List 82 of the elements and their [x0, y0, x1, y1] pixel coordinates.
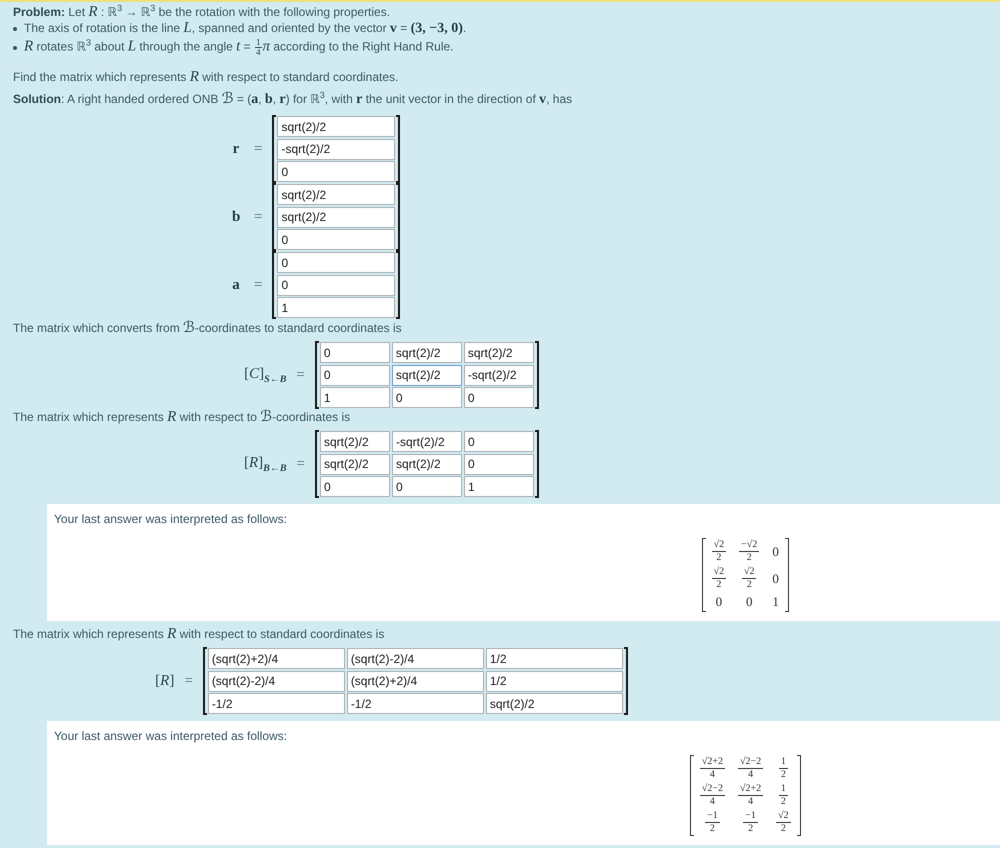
matrix-entry: 0 [772, 570, 779, 586]
answer-field[interactable]: -sqrt(2)/2 [464, 364, 534, 386]
answer-field[interactable]: 0 [392, 387, 462, 408]
answer-field[interactable]: 0 [392, 476, 462, 497]
matrix-entry: √2−2 4 [738, 757, 764, 780]
answer-field[interactable]: (sqrt(2)+2)/4 [346, 670, 484, 692]
answer-field[interactable]: -1/2 [208, 693, 345, 714]
matrix-entry: √2+2 4 [738, 784, 764, 807]
problem-statement: Let R : ℝ$^{3}$ → ℝ$^{3}$ be the rotation with the following properties. [68, 5, 390, 19]
equals-sign: = [296, 456, 305, 472]
property-text: The axis of rotation is the line L, spanned and oriented by the vector v = (3, −3, 0). [24, 20, 466, 37]
problem-label: Problem: [13, 5, 66, 19]
matrix-entry: √2 2 [742, 567, 756, 590]
answer-field[interactable]: sqrt(2)/2 [392, 454, 462, 474]
matrix-entry: √2 2 [776, 811, 791, 834]
answer-field[interactable]: (sqrt(2)-2)/4 [208, 670, 345, 692]
solution-label: Solution [13, 92, 61, 106]
answer-field[interactable]: sqrt(2)/2 [277, 116, 396, 137]
answer-field[interactable]: sqrt(2)/2 [277, 206, 396, 228]
answer-field[interactable]: 0 [320, 476, 390, 497]
answer-field[interactable]: 1 [320, 387, 390, 408]
answer-field[interactable]: 0 [320, 342, 390, 363]
preview-caption: Your last answer was interpreted as follows: [54, 512, 288, 526]
matrix-entry: −1 2 [743, 811, 758, 834]
answer-field[interactable]: -sqrt(2)/2 [277, 138, 396, 160]
step-text: The matrix which represents R with respect to standard coordinates is [13, 627, 386, 641]
answer-field[interactable]: 0 [320, 364, 390, 386]
answer-field[interactable]: -1/2 [346, 693, 484, 714]
matrix-entry: 0 [772, 544, 779, 560]
answer-field[interactable]: 0 [464, 387, 534, 408]
matrix-entry: 0 [746, 594, 752, 610]
answer-field[interactable]: 0 [277, 252, 396, 273]
vector-label: b [232, 208, 240, 226]
solution-text: : A right handed ordered ONB ℬ = (a, b, r) for ℝ$^{3}$, with r the unit vector in the direction of v, has [61, 92, 572, 106]
bullet-icon [13, 26, 17, 30]
matrix-entry: 0 [716, 594, 722, 610]
bullet-icon [13, 46, 17, 50]
answer-field[interactable]: sqrt(2)/2 [464, 342, 534, 363]
matrix-entry: −1 2 [705, 811, 720, 834]
answer-field[interactable]: 0 [464, 431, 534, 452]
task-text: Find the matrix which represents R with respect to standard coordinates. [13, 70, 400, 84]
vector-label: a [232, 276, 240, 294]
answer-field[interactable]: -sqrt(2)/2 [392, 431, 462, 452]
answer-field[interactable]: 1/2 [486, 670, 623, 692]
equals-sign: = [296, 366, 305, 384]
matrix-label: [C]$_{S←B}$ [244, 366, 286, 384]
equals-sign: = [254, 208, 262, 226]
right-bracket [624, 647, 628, 715]
matrix-entry: √2+2 4 [700, 757, 725, 780]
equals-sign: = [184, 672, 193, 690]
answer-field[interactable]: 0 [464, 454, 534, 474]
matrix-entry: √2 2 [712, 567, 726, 590]
answer-field[interactable]: sqrt(2)/2 [320, 454, 390, 474]
answer-field[interactable]: 0 [277, 274, 396, 296]
vector-label: r [232, 140, 240, 158]
matrix-entry: 1 2 [778, 784, 788, 807]
answer-field[interactable]: 0 [277, 161, 396, 182]
equals-sign: = [254, 140, 262, 158]
answer-field[interactable]: sqrt(2)/2 [277, 184, 396, 205]
right-bracket [534, 341, 539, 409]
answer-field[interactable]: (sqrt(2)+2)/4 [208, 648, 345, 669]
matrix-entry: −√2 2 [739, 540, 760, 563]
step-text: The matrix which represents R with respect to ℬ-coordinates is [13, 410, 352, 424]
answer-field[interactable]: 0 [277, 229, 396, 250]
equals-sign: = [254, 276, 262, 294]
answer-field[interactable]: 1 [277, 297, 396, 318]
matrix-entry: √2 2 [712, 540, 726, 563]
matrix-entry: √2−2 4 [700, 784, 725, 807]
matrix-entry: 1 2 [778, 757, 788, 780]
answer-field[interactable]: (sqrt(2)-2)/4 [346, 648, 484, 669]
answer-field[interactable]: 1 [464, 476, 534, 497]
answer-field[interactable]: sqrt(2)/2 [392, 342, 462, 363]
right-bracket [534, 430, 539, 498]
matrix-entry: 1 [772, 594, 779, 610]
answer-field[interactable]: 1/2 [486, 648, 623, 669]
matrix-label: [R]$_{B←B}$ [244, 454, 287, 474]
preview-caption: Your last answer was interpreted as follows: [54, 729, 288, 743]
answer-field[interactable]: sqrt(2)/2 [320, 431, 390, 452]
step-text: The matrix which converts from ℬ-coordinates to standard coordinates is [13, 321, 403, 335]
matrix-label: [R] [155, 672, 174, 690]
answer-field[interactable]: sqrt(2)/2 [486, 693, 623, 714]
answer-field[interactable]: sqrt(2)/2 [392, 364, 462, 386]
